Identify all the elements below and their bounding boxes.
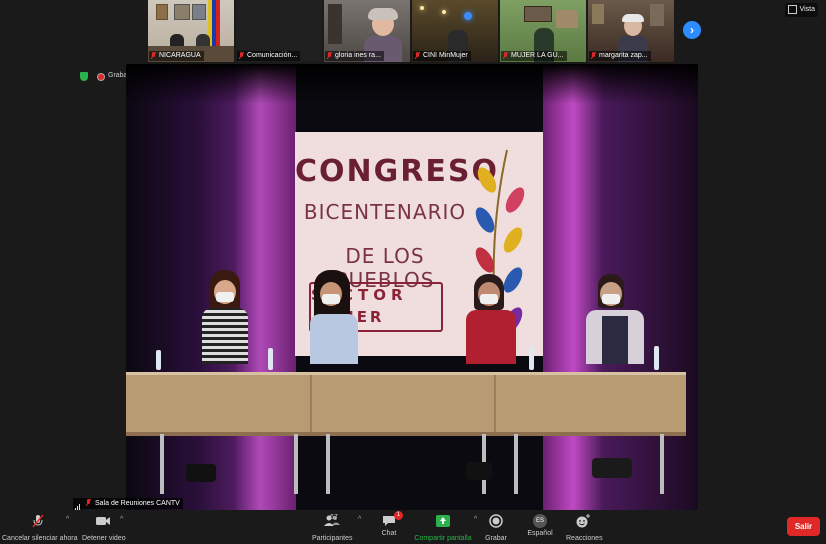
- reactions-label: Reacciones: [566, 535, 603, 542]
- reactions-icon: [576, 514, 590, 528]
- muted-mic-icon: [503, 52, 508, 60]
- chevron-up-icon[interactable]: ^: [474, 516, 477, 523]
- muted-mic-icon: [32, 514, 44, 528]
- record-icon: [489, 514, 503, 528]
- muted-mic-icon: [86, 499, 91, 507]
- participant-name: MUJER LA GU...: [511, 52, 564, 59]
- video-camera-icon: [96, 517, 110, 525]
- muted-mic-icon: [415, 52, 420, 60]
- participant-name: CINI MinMujer: [423, 52, 468, 59]
- share-screen-icon: [436, 515, 450, 527]
- meeting-toolbar: Cancelar silenciar ahora ^ Detener video…: [0, 510, 826, 544]
- panel-table: [126, 372, 686, 435]
- view-label: Vista: [799, 6, 815, 13]
- view-button[interactable]: Vista: [784, 3, 818, 17]
- speaker-name: Sala de Reuniones CANTV: [95, 500, 180, 507]
- participant-name-tag: margarita zap...: [589, 51, 651, 61]
- language-button[interactable]: ES Español: [526, 514, 554, 537]
- reactions-button[interactable]: Reacciones: [566, 514, 603, 542]
- record-button[interactable]: Grabar: [484, 514, 508, 542]
- leave-button[interactable]: Salir: [787, 517, 820, 536]
- participant-name-tag: gloria ines ra...: [325, 51, 384, 61]
- muted-mic-icon: [239, 52, 244, 60]
- chat-label: Chat: [381, 530, 397, 537]
- chat-button[interactable]: 1 Chat: [378, 511, 403, 537]
- participants-count: 67: [330, 514, 338, 521]
- chevron-up-icon[interactable]: ^: [120, 516, 123, 523]
- participant-strip: NICARAGUA Comunicación... gloria ines ra…: [0, 0, 826, 64]
- participant-tile[interactable]: NICARAGUA: [148, 0, 234, 62]
- language-label: Español: [527, 530, 553, 537]
- record-label: Grabar: [485, 535, 507, 542]
- record-indicator-icon: [98, 74, 104, 80]
- language-code: ES: [535, 518, 544, 524]
- globe-icon: ES: [533, 514, 547, 528]
- chevron-up-icon[interactable]: ^: [66, 516, 69, 523]
- participant-tile[interactable]: CINI MinMujer: [412, 0, 498, 62]
- chevron-up-icon[interactable]: ^: [358, 516, 361, 523]
- muted-mic-icon: [151, 52, 156, 60]
- active-speaker-tag: Sala de Reuniones CANTV: [73, 498, 183, 511]
- participant-tile[interactable]: gloria ines ra...: [324, 0, 410, 62]
- participant-tile[interactable]: Comunicación...: [236, 0, 322, 62]
- banner-line: CONGRESO: [295, 154, 499, 189]
- unmute-button[interactable]: Cancelar silenciar ahora: [2, 514, 78, 542]
- participant-name: margarita zap...: [599, 52, 648, 59]
- chat-badge: 1: [394, 511, 403, 520]
- participants-button[interactable]: 67 Participantes: [312, 514, 352, 542]
- chevron-right-icon[interactable]: ›: [683, 21, 701, 39]
- muted-mic-icon: [327, 52, 332, 60]
- stop-video-label: Detener video: [82, 535, 126, 542]
- participants-label: Participantes: [312, 535, 353, 542]
- shield-icon[interactable]: [80, 72, 88, 81]
- participant-name: NICARAGUA: [159, 52, 201, 59]
- share-screen-label: Compartir pantalla: [414, 535, 472, 542]
- banner-line: BICENTENARIO: [303, 200, 467, 224]
- main-video: CONGRESO BICENTENARIO DE LOS PUEBLOS SEC…: [126, 64, 698, 510]
- participant-tile[interactable]: margarita zap...: [588, 0, 674, 62]
- stop-video-button[interactable]: Detener video: [82, 514, 126, 542]
- grid-icon: [787, 4, 797, 14]
- share-screen-button[interactable]: Compartir pantalla: [414, 514, 472, 542]
- participant-name: gloria ines ra...: [335, 52, 381, 59]
- unmute-label: Cancelar silenciar ahora: [2, 535, 78, 542]
- participant-name: Comunicación...: [247, 52, 298, 59]
- participant-name-tag: CINI MinMujer: [413, 51, 471, 61]
- participant-name-tag: MUJER LA GU...: [501, 51, 567, 61]
- participant-name-tag: Comunicación...: [237, 51, 301, 61]
- participant-tile[interactable]: MUJER LA GU...: [500, 0, 586, 62]
- participant-name-tag: NICARAGUA: [149, 51, 204, 61]
- muted-mic-icon: [591, 52, 596, 60]
